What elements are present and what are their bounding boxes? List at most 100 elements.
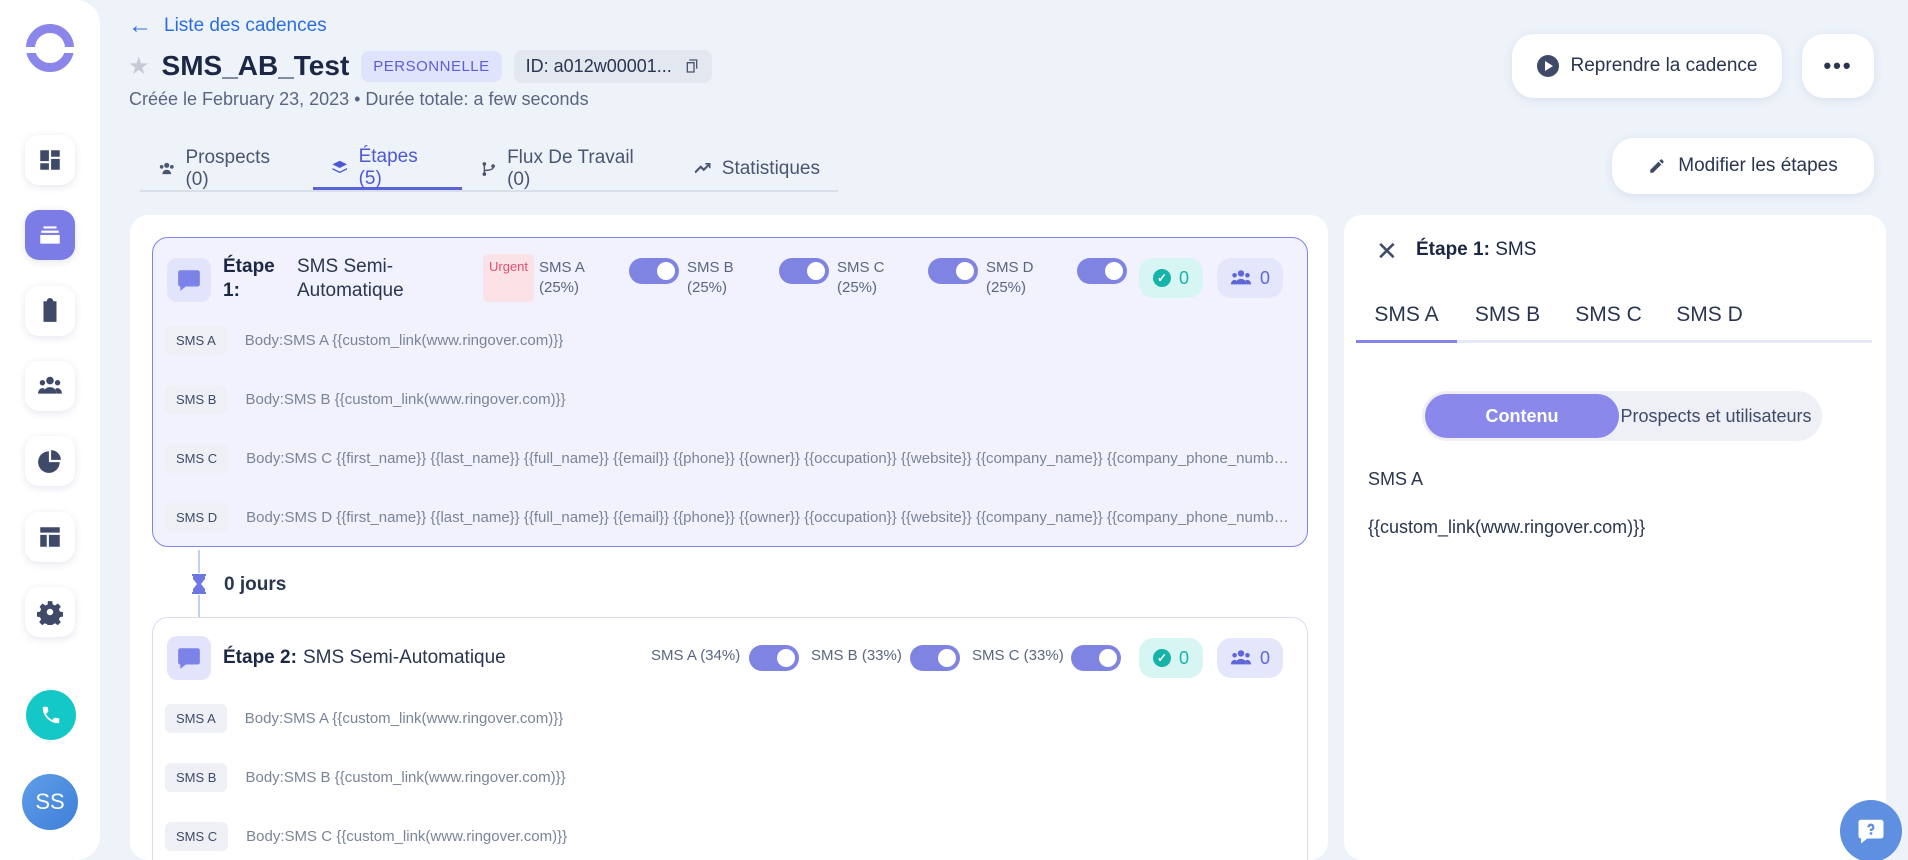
step-type: SMS Semi-Automatique [297,256,404,301]
cadence-tabs: Prospects (0) Étapes (5) Flux De Travail… [140,145,838,192]
sms-tag: SMS C [165,822,229,851]
title-row: ★ SMS_AB_Test PERSONNELLE ID: a012w00001… [128,48,712,84]
switch-content[interactable]: Contenu [1425,394,1619,438]
content-switch: Contenu Prospects et utilisateurs [1422,391,1822,441]
visibility-badge: PERSONNELLE [361,50,502,82]
phone-icon[interactable] [26,690,76,740]
sms-body: Body:SMS A {{custom_link(www.ringover.co… [244,710,564,727]
templates-icon[interactable] [25,512,75,562]
people-count[interactable]: 0 [1217,258,1283,298]
people-count-value: 0 [1259,647,1270,668]
tab-prospects[interactable]: Prospects (0) [140,147,313,190]
people-icon[interactable] [25,361,75,411]
gear-icon[interactable] [25,587,75,637]
switch-prospects-users[interactable]: Prospects et utilisateurs [1619,394,1813,438]
variant-toggle[interactable] [1077,258,1127,284]
hourglass-icon [190,573,208,595]
tab-statistics[interactable]: Statistiques [676,148,838,190]
variant-toggle[interactable] [629,258,679,284]
variant-label: SMS B (33%) [811,647,902,664]
sms-row[interactable]: SMS A Body:SMS A {{custom_link(www.ringo… [165,704,1295,733]
cadences-icon[interactable] [25,210,75,260]
tab-statistics-label: Statistiques [721,158,820,179]
sms-body: Body:SMS A {{custom_link(www.ringover.co… [244,332,564,349]
panel-title-type: SMS [1495,239,1537,260]
trend-icon [694,163,711,174]
sms-tag: SMS A [165,326,227,355]
steps-card: Étape 1: SMS Semi-Automatique Urgent SMS… [130,215,1328,860]
avatar[interactable]: SS [22,774,78,830]
delay-label: 0 jours [224,574,287,595]
sms-row[interactable]: SMS C Body:SMS C {{first_name}} {{last_n… [165,444,1295,473]
variant-tabs: SMS A SMS B SMS C SMS D [1356,303,1872,343]
id-text: ID: a012w00001... [525,55,672,76]
tab-workflows[interactable]: Flux De Travail (0) [462,147,676,190]
tab-steps-label: Étapes (5) [358,145,418,189]
sms-body: Body:SMS B {{custom_link(www.ringover.co… [245,391,566,408]
close-icon[interactable]: ✕ [1376,238,1398,264]
stats-icon[interactable] [25,436,75,486]
tab-sms-a[interactable]: SMS A [1356,303,1457,343]
variant-label: SMS A (25%) [539,259,585,296]
copy-icon[interactable] [684,58,700,74]
urgent-badge: Urgent [483,254,535,302]
variant-label: SMS B (25%) [687,259,734,296]
edit-steps-button[interactable]: Modifier les étapes [1612,138,1874,194]
app-logo[interactable] [26,24,74,72]
sms-row[interactable]: SMS D Body:SMS D {{first_name}} {{last_n… [165,503,1295,532]
tab-steps[interactable]: Étapes (5) [313,145,462,190]
sidebar: SS [0,0,100,860]
arrow-left-icon: ← [128,12,152,39]
back-link[interactable]: ← Liste des cadences [128,12,327,39]
sms-body: Body:SMS C {{custom_link(www.ringover.co… [246,828,568,845]
sms-body: Body:SMS C {{first_name}} {{last_name}} … [246,450,1295,467]
page-title: SMS_AB_Test [161,50,350,81]
content-body: {{custom_link(www.ringover.com)}} [1368,517,1646,537]
sms-row[interactable]: SMS B Body:SMS B {{custom_link(www.ringo… [165,763,1295,792]
sms-tag: SMS B [165,385,228,414]
check-icon: ✓ [1152,649,1171,667]
id-chip: ID: a012w00001... [513,49,712,83]
variant-toggle[interactable] [910,645,960,671]
step-type: SMS Semi-Automatique [303,647,506,668]
completed-count[interactable]: ✓ 0 [1139,638,1203,678]
step-card-1[interactable]: Étape 1: SMS Semi-Automatique Urgent SMS… [152,237,1308,547]
completed-count-value: 0 [1178,647,1189,668]
tab-workflows-label: Flux De Travail (0) [507,147,634,190]
dashboard-icon[interactable] [25,135,75,185]
step-detail-panel: ✕ Étape 1: SMS SMS A SMS B SMS C SMS D C… [1344,215,1886,860]
resume-cadence-button[interactable]: Reprendre la cadence [1512,34,1782,98]
step-label: Étape 1: [223,256,275,301]
variant-toggle[interactable] [779,258,829,284]
sms-row[interactable]: SMS A Body:SMS A {{custom_link(www.ringo… [165,326,1295,355]
check-icon: ✓ [1152,269,1171,287]
variant-label: SMS D (25%) [986,259,1034,296]
sms-tag: SMS B [165,763,228,792]
layers-icon [332,160,348,173]
tab-sms-c[interactable]: SMS C [1558,303,1659,343]
people-count[interactable]: 0 [1217,638,1283,678]
help-chat-icon[interactable] [1840,800,1902,860]
step-card-2[interactable]: Étape 2: SMS Semi-Automatique SMS A (34%… [152,617,1308,860]
sms-row[interactable]: SMS B Body:SMS B {{custom_link(www.ringo… [165,385,1295,414]
sms-row[interactable]: SMS C Body:SMS C {{custom_link(www.ringo… [165,822,1295,851]
content-title: SMS A [1368,469,1424,489]
step-label: Étape 2: [223,647,297,668]
play-icon [1536,55,1559,77]
tab-sms-b[interactable]: SMS B [1457,303,1558,343]
sms-tag: SMS C [165,444,229,473]
variant-toggle[interactable] [928,258,978,284]
star-icon[interactable]: ★ [128,52,150,81]
tab-sms-d[interactable]: SMS D [1659,303,1760,343]
variant-toggle[interactable] [749,645,799,671]
more-options-button[interactable]: ••• [1802,34,1874,98]
sms-tag: SMS D [165,503,229,532]
people-count-value: 0 [1259,267,1270,288]
pencil-icon [1648,157,1666,175]
tasks-icon[interactable] [25,286,75,336]
completed-count[interactable]: ✓ 0 [1139,258,1203,298]
resume-label: Reprendre la cadence [1570,55,1758,76]
panel-title: Étape 1: SMS [1416,239,1536,261]
people-icon [159,162,174,175]
variant-toggle[interactable] [1071,645,1121,671]
